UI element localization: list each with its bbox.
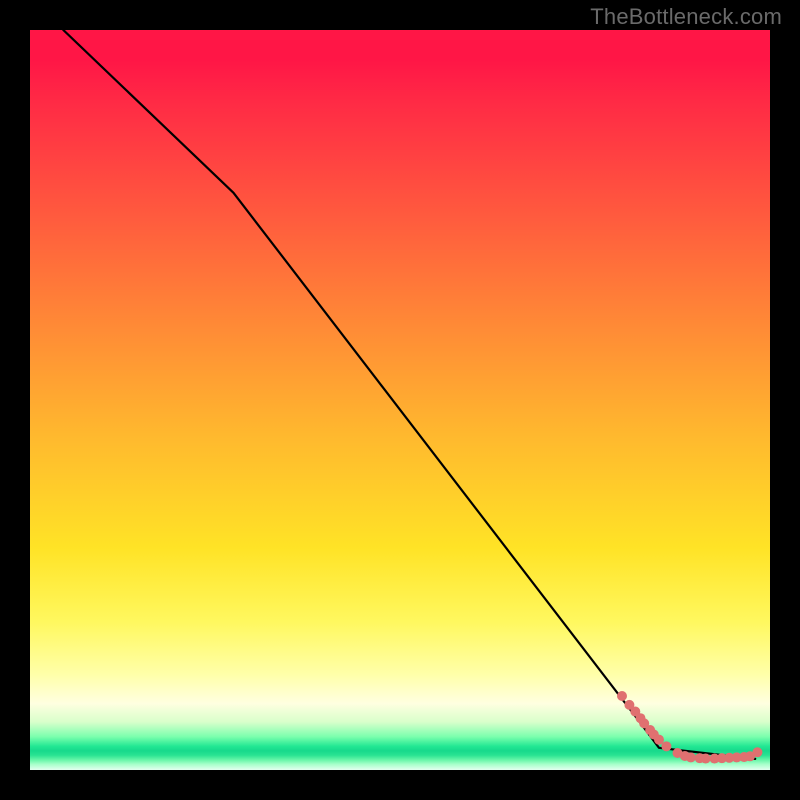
chart-overlay	[30, 30, 770, 770]
watermark-text: TheBottleneck.com	[590, 4, 782, 30]
curve-path	[63, 30, 755, 759]
plot-area	[30, 30, 770, 770]
scatter-point	[686, 752, 696, 762]
scatter-point	[701, 754, 711, 764]
scatter-point	[752, 747, 762, 757]
scatter-point	[617, 691, 627, 701]
scatter-points	[617, 691, 762, 764]
curve-line	[63, 30, 755, 759]
chart-stage: TheBottleneck.com	[0, 0, 800, 800]
scatter-point	[654, 735, 664, 745]
scatter-point	[661, 741, 671, 751]
